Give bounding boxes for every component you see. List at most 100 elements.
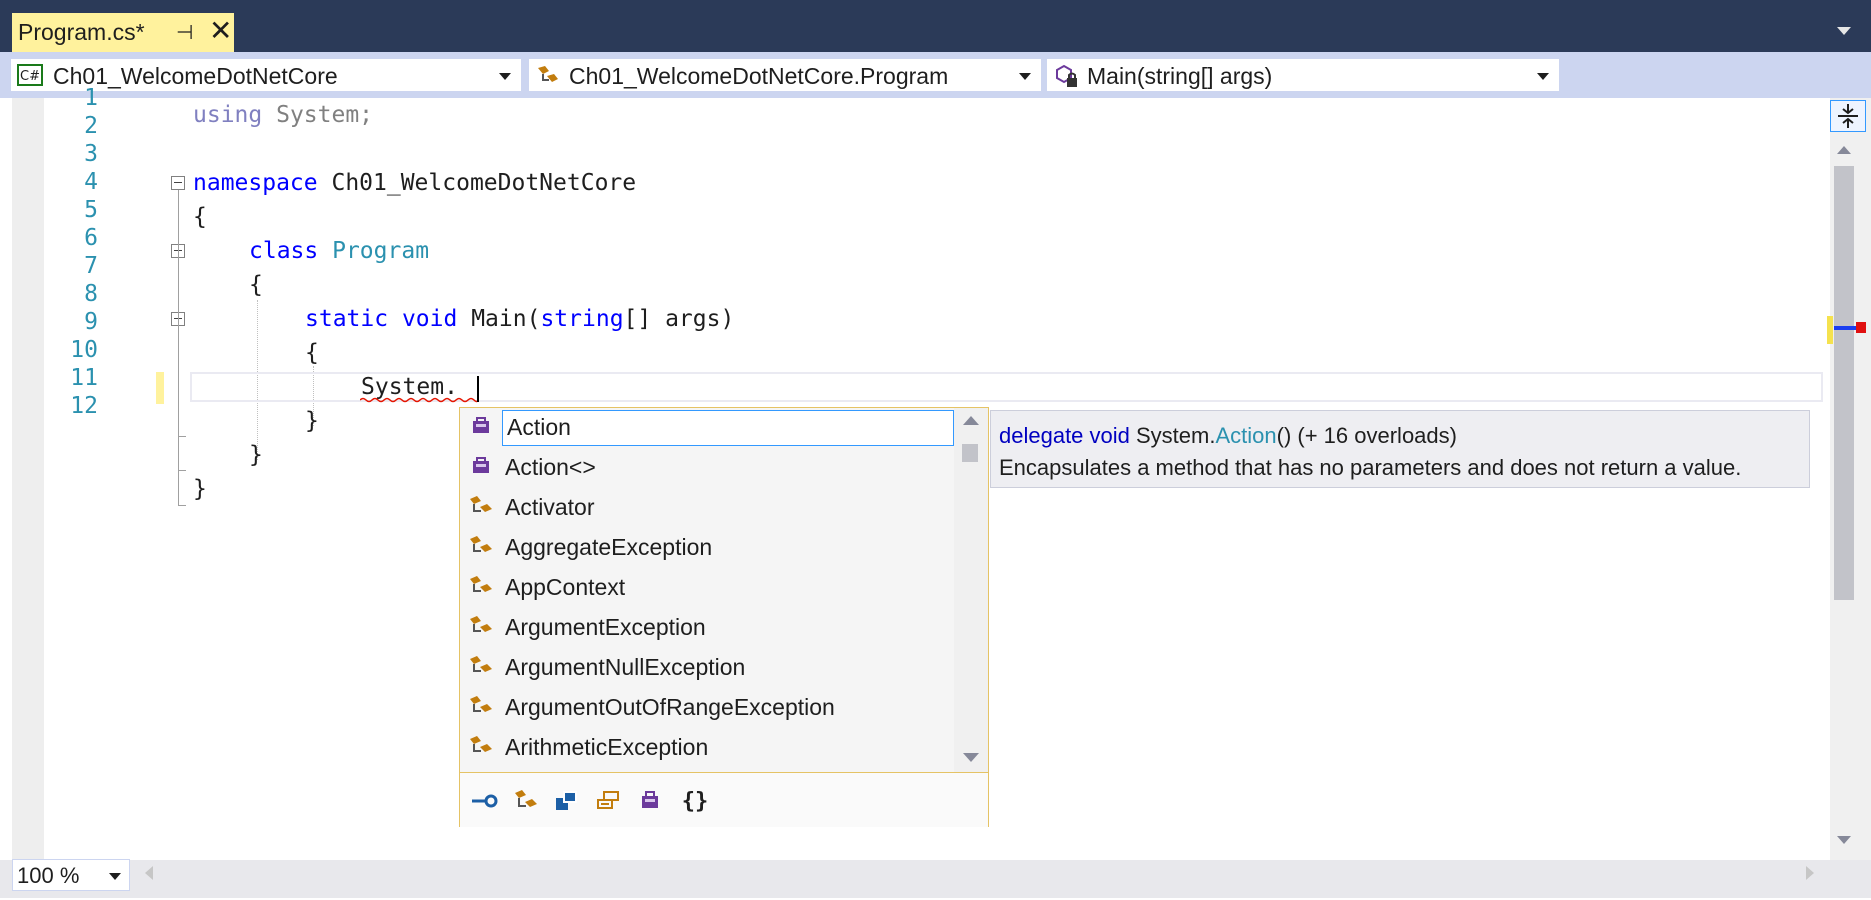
pin-icon[interactable]: ⊣ (176, 20, 193, 44)
scrollbar-change-marker (1827, 316, 1833, 344)
tooltip-signature: delegate void System.Action() (+ 16 over… (999, 423, 1457, 449)
keyword: namespace (193, 170, 318, 196)
outline-line (178, 190, 179, 506)
document-tab-strip: Program.cs* ⊣ ✕ (0, 0, 1871, 52)
line-number: 12 (70, 393, 98, 419)
completion-item-label: AggregateException (505, 534, 713, 560)
completion-item-label: Action (507, 414, 571, 440)
completion-item-aggregateexception[interactable]: AggregateException (460, 528, 954, 568)
document-tab-program-cs[interactable]: Program.cs* ⊣ ✕ (12, 13, 234, 52)
completion-item-label: ArgumentNullException (505, 654, 746, 680)
code-line-1: using System; (193, 98, 373, 132)
enum-filter-icon[interactable] (594, 786, 624, 816)
keyword: using (193, 102, 263, 128)
outline-line (178, 470, 186, 471)
scrollbar-error-marker (1856, 322, 1866, 333)
completion-item-label: ArgumentOutOfRangeException (505, 694, 835, 720)
member-dropdown[interactable]: Main(string[] args) (1046, 58, 1560, 92)
tab-overflow-dropdown-icon[interactable] (1837, 27, 1851, 35)
outline-line (178, 505, 186, 506)
scroll-right-arrow-icon[interactable] (1806, 866, 1814, 880)
completion-item-argumentexception[interactable]: ArgumentException (460, 608, 954, 648)
zoom-dropdown[interactable]: 100 % (12, 859, 130, 891)
type-name: Action (1215, 423, 1277, 448)
delegate-icon (473, 417, 489, 433)
completion-item-action[interactable]: Action (460, 408, 954, 448)
close-icon[interactable]: ✕ (209, 15, 232, 47)
class-icon (470, 736, 492, 752)
delegate-filter-icon[interactable] (635, 786, 665, 816)
scroll-left-arrow-icon[interactable] (145, 866, 153, 880)
keyword: void (401, 306, 458, 332)
code-text: System; (262, 102, 374, 128)
class-filter-icon[interactable] (512, 786, 542, 816)
code-line-6: { (249, 272, 263, 298)
completion-item-label: ArgumentException (505, 614, 706, 640)
completion-item-action-generic[interactable]: Action<> (460, 448, 954, 488)
completion-item-argumentoutofrangeexception[interactable]: ArgumentOutOfRangeException (460, 688, 954, 728)
struct-filter-icon[interactable] (552, 786, 582, 816)
type-name: Program (332, 238, 430, 264)
completion-item-arithmeticexception[interactable]: ArithmeticException (460, 728, 954, 768)
completion-items: Action Action<> Activator AggregateExcep… (460, 408, 954, 772)
type-dropdown-label: Ch01_WelcomeDotNetCore.Program (569, 63, 949, 89)
completion-item-label: ArithmeticException (505, 734, 709, 760)
keyword: class (249, 238, 319, 264)
scrollbar-caret-marker (1834, 326, 1856, 330)
intellisense-completion-list: Action Action<> Activator AggregateExcep… (459, 407, 989, 827)
namespace-filter-icon[interactable]: {} (680, 786, 710, 816)
keyword: static (305, 306, 389, 332)
code-line-4: { (193, 204, 207, 230)
zoom-level: 100 % (17, 863, 80, 888)
code-line-5: class Program (249, 234, 429, 268)
class-icon (470, 576, 492, 592)
completion-scroll-thumb[interactable] (962, 444, 978, 462)
scroll-up-arrow-icon[interactable] (1837, 146, 1851, 154)
completion-item-appcontext[interactable]: AppContext (460, 568, 954, 608)
code-line-11: } (249, 442, 263, 468)
class-icon (535, 64, 563, 94)
code-text: Main( (471, 306, 541, 332)
completion-list-scrollbar[interactable] (954, 408, 988, 772)
chevron-down-icon (1019, 73, 1031, 80)
member-dropdown-label: Main(string[] args) (1087, 63, 1273, 89)
unsaved-change-marker (156, 372, 164, 404)
completion-item-activator[interactable]: Activator (460, 488, 954, 528)
error-squiggle (360, 397, 478, 403)
code-line-7: static void Main(string[] args) (305, 302, 734, 336)
delegate-icon (473, 457, 489, 473)
outline-line (178, 436, 186, 437)
tooltip-overloads: () (+ 16 overloads) (1276, 423, 1457, 448)
class-icon (470, 536, 492, 552)
code-line-10: } (305, 408, 319, 434)
completion-item-argumentnullexception[interactable]: ArgumentNullException (460, 648, 954, 688)
code-line-12: } (193, 476, 207, 502)
scroll-up-arrow-icon[interactable] (963, 416, 979, 425)
split-editor-button[interactable] (1830, 100, 1866, 132)
class-icon (470, 656, 492, 672)
code-text: Ch01_WelcomeDotNetCore (317, 170, 637, 196)
method-lock-icon (1053, 64, 1081, 96)
completion-filter-bar: {} (460, 772, 988, 827)
completion-item-label: AppContext (505, 574, 626, 600)
text-caret (477, 376, 479, 402)
tab-title: Program.cs* (18, 19, 145, 45)
code-line-3: namespace Ch01_WelcomeDotNetCore (193, 166, 636, 200)
interface-filter-icon[interactable] (470, 786, 500, 816)
tooltip-description: Encapsulates a method that has no parame… (999, 455, 1742, 480)
chevron-down-icon (499, 73, 511, 80)
chevron-down-icon (1537, 73, 1549, 80)
vertical-scroll-thumb[interactable] (1834, 166, 1854, 600)
quickinfo-tooltip: delegate void System.Action() (+ 16 over… (990, 410, 1810, 488)
completion-item-label: Action<> (505, 454, 596, 480)
collapse-namespace-toggle[interactable] (171, 176, 185, 190)
keyword: delegate void (999, 423, 1130, 448)
class-icon (470, 616, 492, 632)
class-icon (470, 496, 492, 512)
svg-text:{}: {} (682, 789, 709, 814)
code-line-8: { (305, 340, 319, 366)
scroll-down-arrow-icon[interactable] (1837, 836, 1851, 844)
scroll-down-arrow-icon[interactable] (963, 753, 979, 762)
type-dropdown[interactable]: Ch01_WelcomeDotNetCore.Program (528, 58, 1042, 92)
split-icon (1838, 104, 1858, 128)
